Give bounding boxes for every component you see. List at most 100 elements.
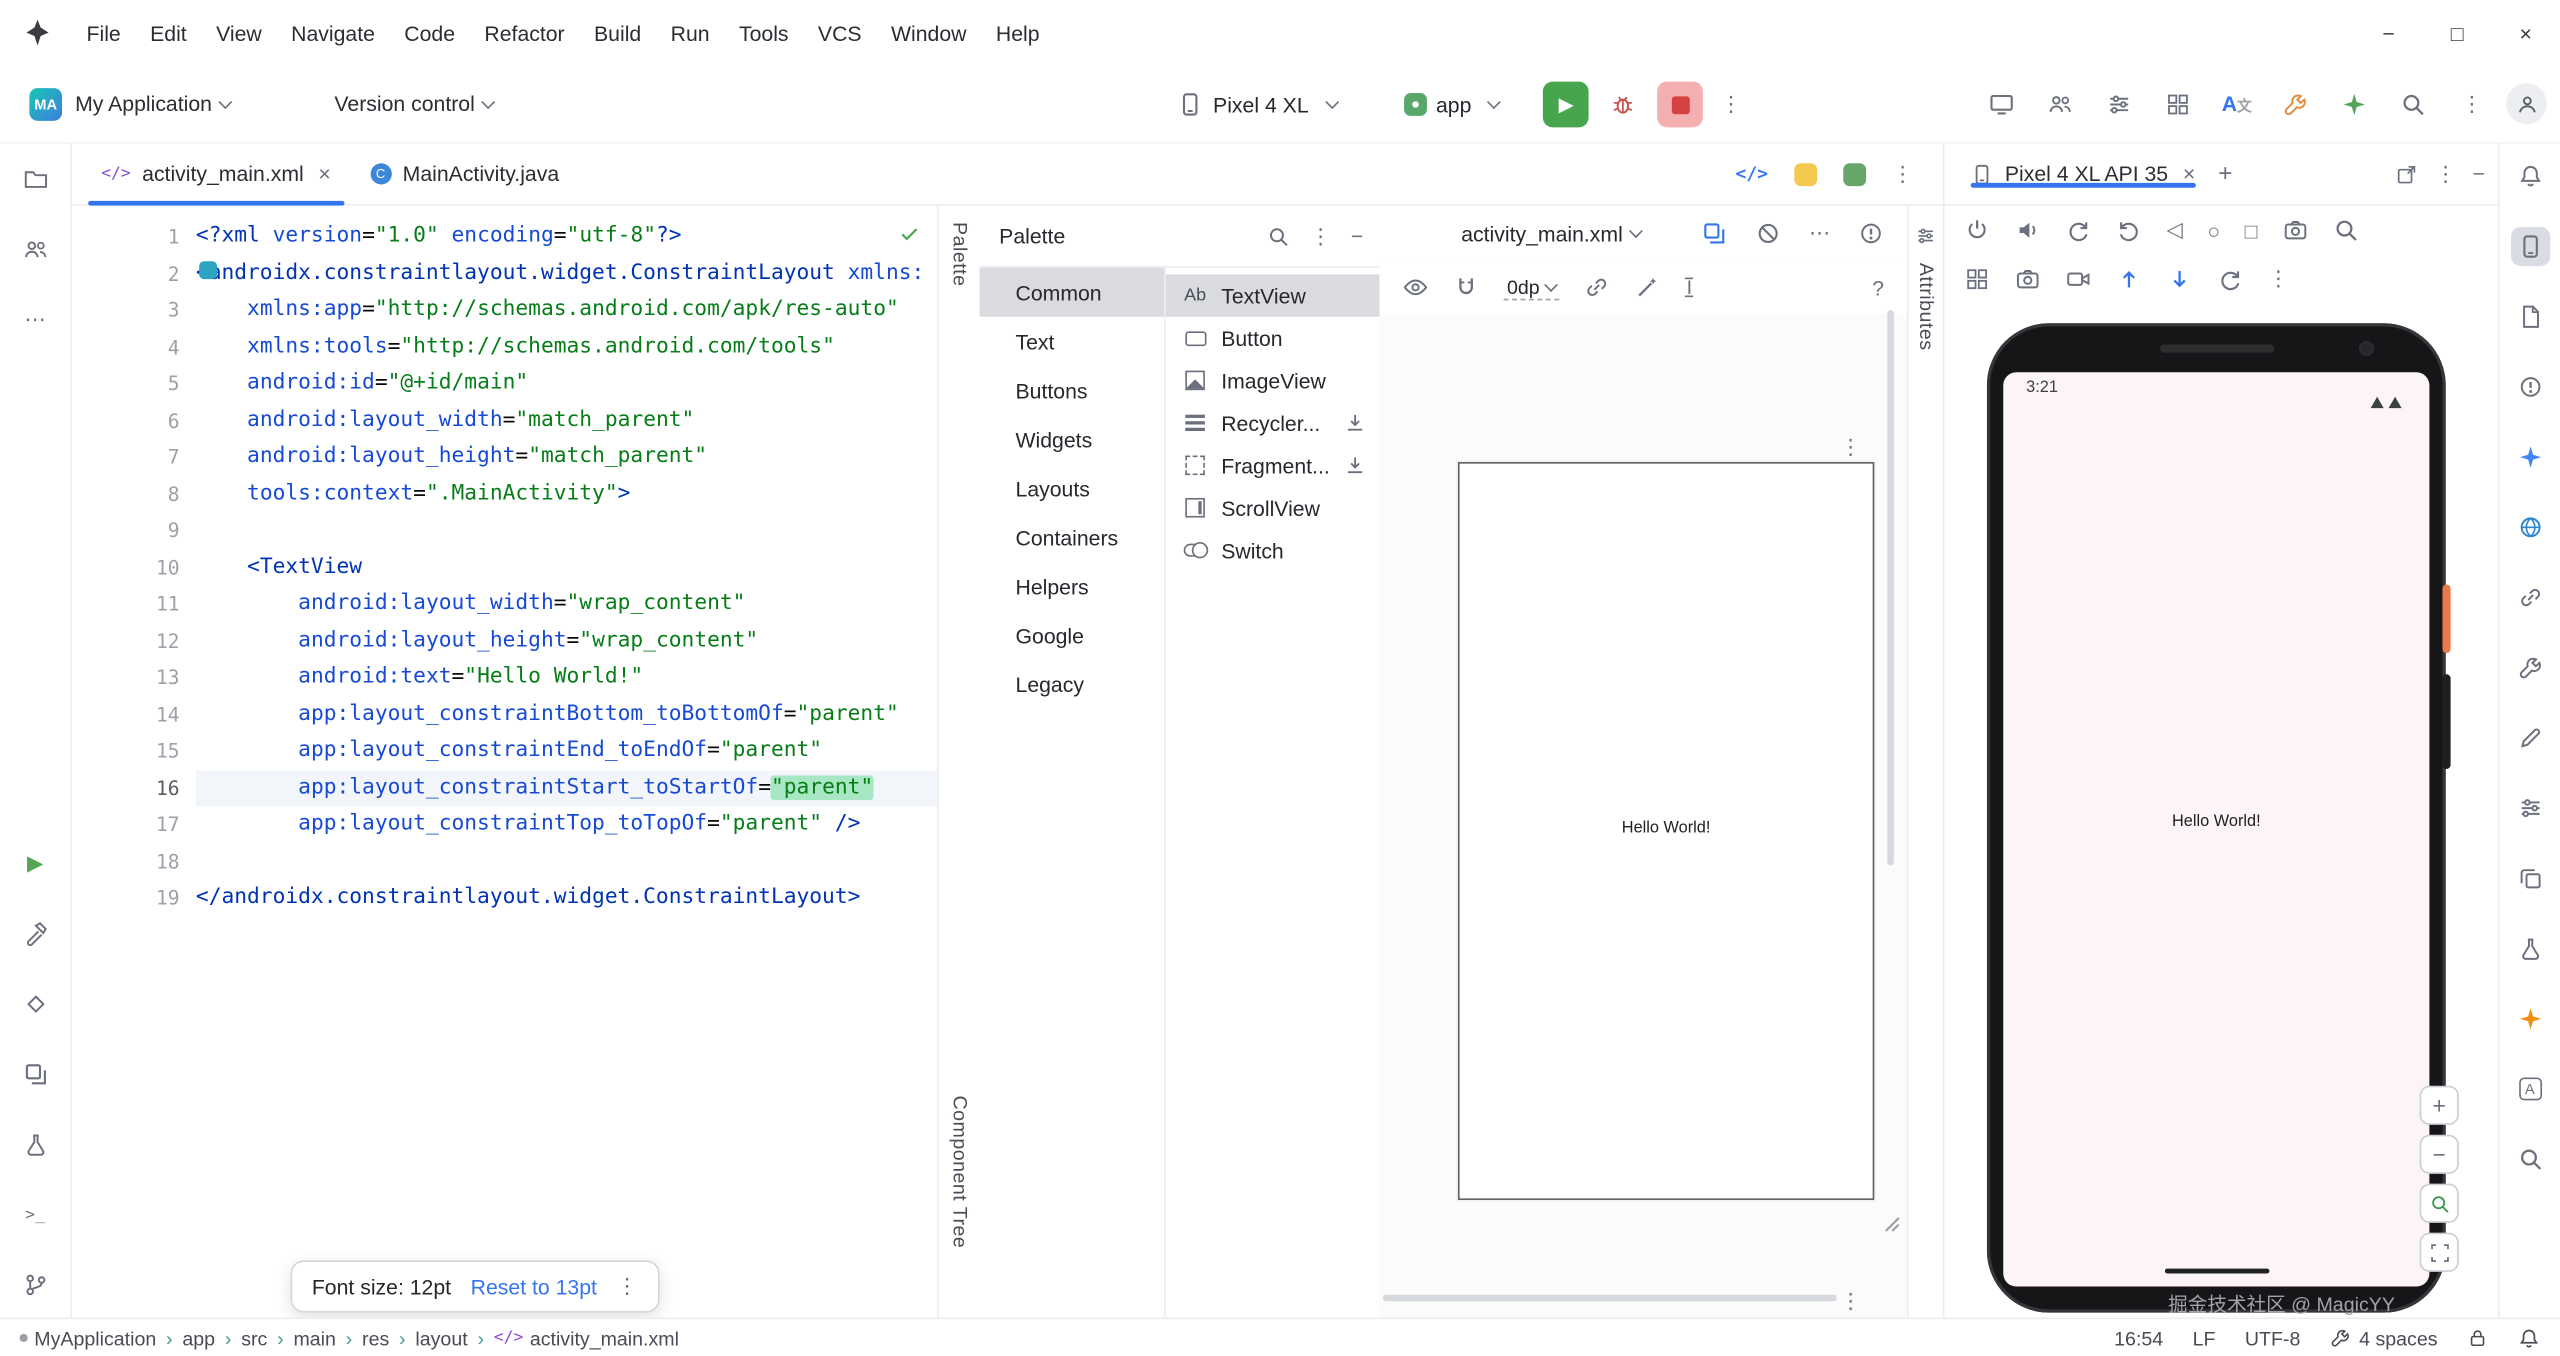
- code-line[interactable]: [196, 843, 937, 880]
- align-tool-icon[interactable]: I: [1685, 278, 1694, 298]
- line-number[interactable]: 1: [72, 219, 186, 256]
- palette-item-button[interactable]: Button: [1166, 317, 1380, 359]
- design-blueprint-toggle-icon[interactable]: [1701, 220, 1727, 246]
- attributes-icon[interactable]: [1909, 225, 1943, 246]
- more-tool-windows-icon[interactable]: ⋯: [16, 300, 55, 339]
- night-mode-icon[interactable]: [1755, 220, 1781, 246]
- layout-inspector-icon[interactable]: [2510, 1140, 2549, 1179]
- line-number[interactable]: 8: [72, 476, 186, 513]
- line-number[interactable]: 9: [72, 513, 186, 550]
- build-tool-window-icon[interactable]: [16, 914, 55, 953]
- code-line[interactable]: android:layout_width="wrap_content": [196, 586, 937, 623]
- palette-category-google[interactable]: Google: [980, 611, 1164, 660]
- menu-vcs[interactable]: VCS: [803, 12, 876, 53]
- terminal-icon[interactable]: >_: [16, 1195, 55, 1234]
- breadcrumb-item-app[interactable]: app: [182, 1327, 215, 1350]
- code-line[interactable]: android:layout_height="match_parent": [196, 439, 937, 476]
- device-mirroring-icon[interactable]: [1977, 79, 2026, 128]
- design-file-name[interactable]: activity_main.xml: [1461, 221, 1623, 245]
- line-number[interactable]: 16: [72, 770, 186, 807]
- menu-code[interactable]: Code: [390, 12, 470, 53]
- device-selector[interactable]: Pixel 4 XL: [1167, 85, 1346, 124]
- readonly-lock-icon[interactable]: [2467, 1327, 2488, 1348]
- code-line[interactable]: tools:context=".MainActivity">: [196, 476, 937, 513]
- tab-activity-main-xml[interactable]: </> activity_main.xml ×: [82, 144, 351, 204]
- default-margin-selector[interactable]: 0dp: [1504, 275, 1560, 299]
- panel-more-icon[interactable]: ⋮: [2435, 161, 2456, 187]
- app-inspection-icon[interactable]: [2510, 929, 2549, 968]
- notifications-icon[interactable]: [2510, 157, 2549, 196]
- device-file-explorer-icon[interactable]: [2510, 859, 2549, 898]
- close-tab-icon[interactable]: ×: [318, 162, 330, 186]
- palette-options-icon[interactable]: ⋮: [1310, 223, 1331, 249]
- code-line[interactable]: android:layout_width="match_parent": [196, 402, 937, 439]
- line-number[interactable]: 18: [72, 843, 186, 880]
- code-line[interactable]: <?xml version="1.0" encoding="utf-8"?>: [196, 219, 937, 256]
- code-with-me-icon[interactable]: [2036, 79, 2085, 128]
- breadcrumb-item-main[interactable]: main: [293, 1327, 335, 1350]
- rotate-right-icon[interactable]: [2116, 217, 2142, 243]
- home-button-icon[interactable]: ○: [2207, 218, 2220, 242]
- overview-button-icon[interactable]: □: [2245, 218, 2258, 242]
- running-devices-icon[interactable]: [2510, 227, 2549, 266]
- code-line[interactable]: app:layout_constraintStart_toStartOf="pa…: [196, 770, 937, 807]
- zoom-reset-button[interactable]: [2420, 1184, 2459, 1223]
- services-tool-window-icon[interactable]: [16, 1055, 55, 1094]
- breadcrumb-item-activity_main.xml[interactable]: </>activity_main.xml: [494, 1327, 679, 1350]
- attributes-tab[interactable]: Attributes: [1915, 263, 1938, 351]
- editor-more-icon[interactable]: ⋮: [1892, 161, 1913, 187]
- code-editor[interactable]: 12345678910111213141516171819 <?xml vers…: [72, 206, 939, 1318]
- edit-configurations-icon[interactable]: [2510, 718, 2549, 757]
- run-button[interactable]: ▶: [1543, 82, 1589, 128]
- new-device-tab-button[interactable]: +: [2218, 160, 2232, 188]
- maximize-button[interactable]: □: [2423, 0, 2492, 65]
- palette-category-containers[interactable]: Containers: [980, 513, 1164, 562]
- snapshots-icon[interactable]: [1964, 266, 1990, 292]
- autoconnect-magnet-icon[interactable]: [1453, 274, 1479, 300]
- palette-category-widgets[interactable]: Widgets: [980, 415, 1164, 464]
- volume-icon[interactable]: [2015, 217, 2041, 243]
- line-number[interactable]: 7: [72, 439, 186, 476]
- close-tab-icon[interactable]: ×: [2183, 162, 2195, 186]
- zoom-out-button[interactable]: −: [2420, 1135, 2459, 1174]
- line-number[interactable]: 6: [72, 402, 186, 439]
- more-actions-icon[interactable]: ⋮: [2447, 79, 2496, 128]
- line-number[interactable]: 19: [72, 880, 186, 917]
- open-in-window-icon[interactable]: [2396, 162, 2419, 185]
- caret-position[interactable]: 16:54: [2114, 1327, 2163, 1350]
- palette-category-helpers[interactable]: Helpers: [980, 562, 1164, 611]
- design-bottom-more-icon[interactable]: ⋮: [1840, 1288, 1861, 1314]
- emulator-more-icon[interactable]: ⋮: [2268, 266, 2289, 292]
- indent-widget[interactable]: 4 spaces: [2330, 1327, 2438, 1350]
- device-mirroring-icon[interactable]: [2510, 578, 2549, 617]
- project-avatar[interactable]: MA: [29, 87, 62, 120]
- line-number[interactable]: 17: [72, 807, 186, 844]
- layout-canvas[interactable]: Hello World!: [1458, 462, 1874, 1200]
- component-tree-tab[interactable]: Component Tree: [949, 1096, 972, 1249]
- line-number[interactable]: 2: [72, 256, 186, 293]
- palette-item-recycler[interactable]: Recycler...: [1166, 402, 1380, 444]
- menu-tools[interactable]: Tools: [724, 12, 803, 53]
- translate-plugin-icon[interactable]: A文: [2212, 79, 2261, 128]
- sync-project-icon[interactable]: [2153, 79, 2202, 128]
- line-number[interactable]: 14: [72, 696, 186, 733]
- zoom-fit-button[interactable]: [2420, 1233, 2459, 1272]
- code-line[interactable]: [196, 513, 937, 550]
- code-line[interactable]: app:layout_constraintBottom_toBottomOf="…: [196, 696, 937, 733]
- design-more-icon[interactable]: ⋯: [1809, 220, 1830, 246]
- menu-edit[interactable]: Edit: [135, 12, 201, 53]
- design-vertical-scrollbar[interactable]: [1887, 310, 1894, 865]
- plugin-icon[interactable]: [2330, 79, 2379, 128]
- palette-category-buttons[interactable]: Buttons: [980, 366, 1164, 415]
- reset-font-size-link[interactable]: Reset to 13pt: [471, 1274, 597, 1298]
- search-everywhere-icon[interactable]: [2389, 79, 2438, 128]
- canvas-hello-world-text[interactable]: Hello World!: [1460, 820, 1873, 838]
- project-icon[interactable]: [16, 160, 55, 199]
- gemini-icon[interactable]: [2510, 438, 2549, 477]
- pull-requests-icon[interactable]: [16, 230, 55, 269]
- more-run-options-icon[interactable]: ⋮: [1715, 91, 1748, 117]
- palette-category-text[interactable]: Text: [980, 317, 1164, 366]
- zoom-in-button[interactable]: +: [2420, 1086, 2459, 1125]
- run-configuration-selector[interactable]: app: [1394, 86, 1509, 124]
- toolbox-plugin-icon[interactable]: [2271, 79, 2320, 128]
